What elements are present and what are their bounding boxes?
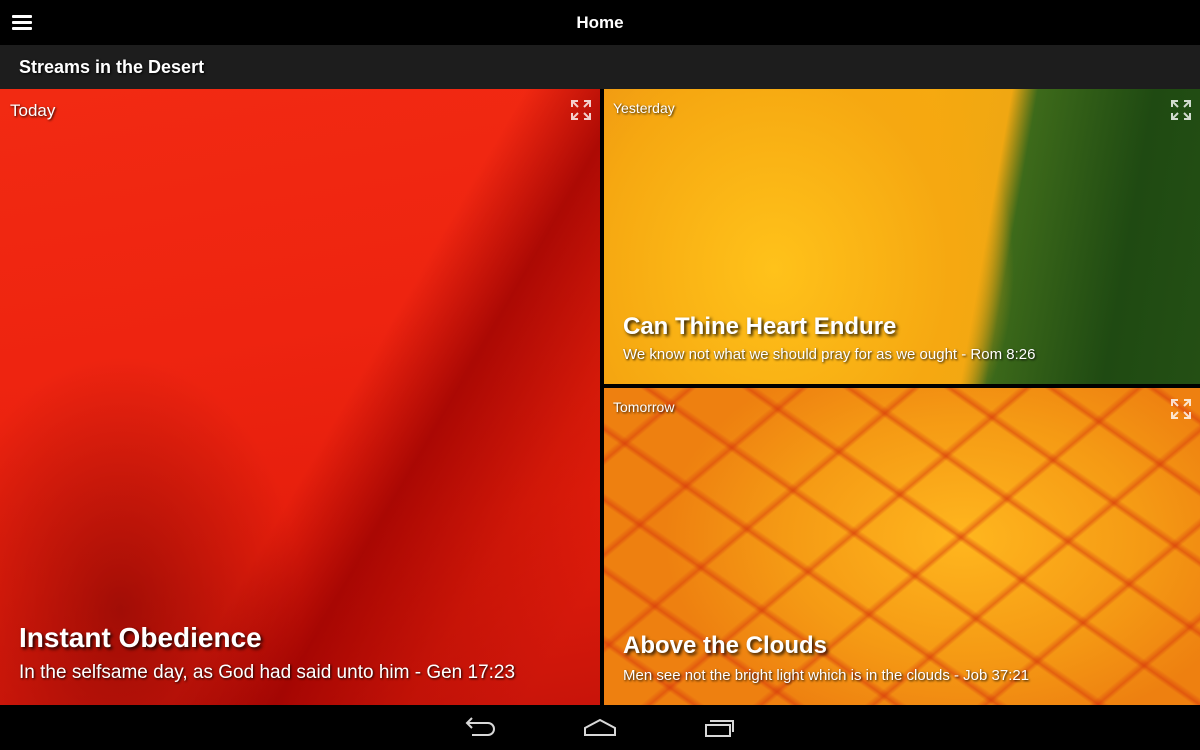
tile-day-label: Yesterday: [613, 100, 675, 116]
home-icon[interactable]: [570, 705, 630, 750]
tile-title: Above the Clouds: [623, 632, 828, 659]
tile-day-label: Tomorrow: [613, 399, 675, 415]
tile-today[interactable]: Today Instant Obedience In the selfsame …: [0, 89, 600, 705]
sub-header: Streams in the Desert: [0, 45, 1200, 89]
tile-scripture: Men see not the bright light which is in…: [623, 667, 1030, 684]
tile-scripture: In the selfsame day, as God had said unt…: [19, 662, 516, 683]
tile-scripture: We know not what we should pray for as w…: [623, 346, 1036, 363]
expand-icon[interactable]: [1170, 99, 1192, 121]
tile-tomorrow[interactable]: Tomorrow Above the Clouds Men see not th…: [604, 388, 1200, 705]
system-nav-bar: [0, 705, 1200, 750]
page-title: Home: [576, 13, 624, 32]
devotional-title: Streams in the Desert: [19, 57, 205, 77]
tile-day-label: Today: [10, 101, 56, 120]
back-icon[interactable]: [450, 705, 510, 750]
tile-title: Can Thine Heart Endure: [623, 313, 897, 340]
recent-apps-icon[interactable]: [690, 705, 750, 750]
tile-yesterday[interactable]: Yesterday Can Thine Heart Endure We know…: [604, 89, 1200, 384]
tile-title: Instant Obedience: [19, 622, 262, 653]
expand-icon[interactable]: [570, 99, 592, 121]
app-bar: Home: [0, 0, 1200, 45]
expand-icon[interactable]: [1170, 398, 1192, 420]
